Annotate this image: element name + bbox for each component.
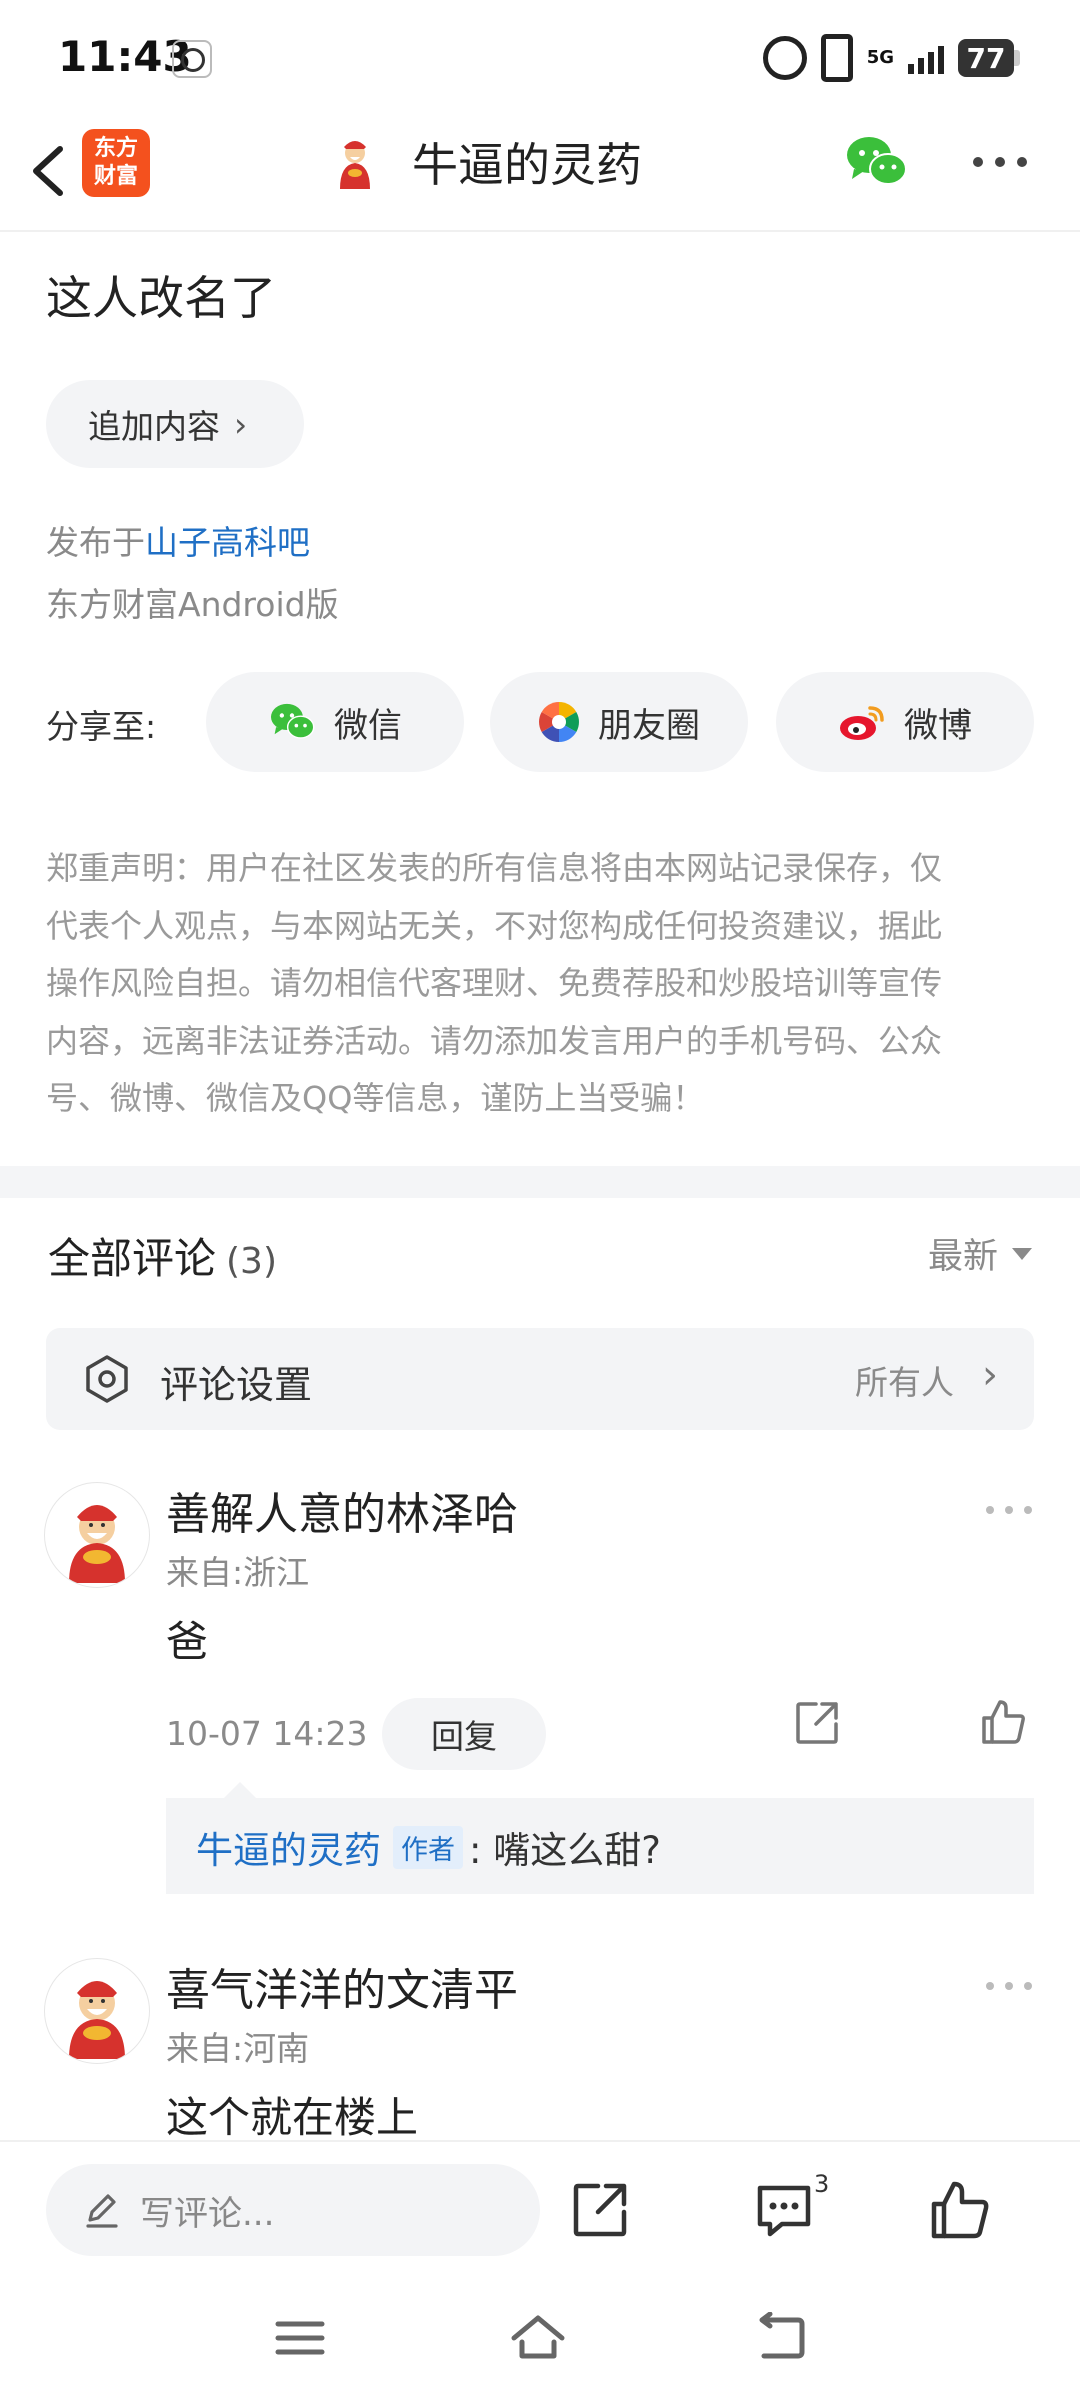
thumbs-up-icon[interactable] (980, 1698, 1028, 1746)
comment-settings-value: 所有人 (855, 1363, 954, 1402)
vibrate-icon (820, 34, 853, 82)
post-title: 这人改名了 (46, 271, 276, 325)
pencil-icon (86, 2194, 118, 2228)
caishen-avatar-icon (69, 1981, 125, 2059)
comment-count-badge: 3 (814, 2170, 830, 2198)
logo-text-2: 财富 (93, 164, 138, 189)
moments-icon (539, 702, 579, 742)
share-weibo-button[interactable]: 微博 (776, 672, 1034, 772)
share-moments-button[interactable]: 朋友圈 (490, 672, 748, 772)
commenter-location: 来自:河南 (166, 2029, 310, 2068)
write-comment-input[interactable]: 写评论... (46, 2164, 540, 2256)
disclaimer-line: 号、微博、微信及QQ等信息，谨防上当受骗！ (46, 1079, 705, 1117)
published-prefix: 发布于 (46, 523, 145, 562)
back-icon[interactable] (752, 2312, 808, 2364)
comment-text: 爸 (166, 1617, 209, 1666)
append-content-label: 追加内容 (88, 407, 220, 446)
disclaimer-line: 操作风险自担。请勿相信代客理财、免费荐股和炒股培训等宣传 (46, 964, 943, 1002)
commenter-location: 来自:浙江 (166, 1553, 310, 1592)
home-icon[interactable] (510, 2312, 566, 2364)
share-icon[interactable] (794, 1700, 840, 1746)
eastmoney-logo[interactable]: 东方 财富 (82, 129, 150, 197)
header-title[interactable]: 牛逼的灵药 (412, 133, 642, 197)
share-row: 分享至: 微信 朋友圈 微博 (46, 672, 1036, 772)
chevron-right-icon: › (982, 1352, 998, 1398)
gear-icon (86, 1355, 128, 1403)
reply-button[interactable]: 回复 (382, 1698, 546, 1770)
commenter-name[interactable]: 善解人意的林泽哈 (166, 1478, 518, 1542)
weibo-icon (840, 706, 884, 740)
sort-dropdown[interactable]: 最新 (928, 1228, 1032, 1279)
comments-title-label: 全部评论 (48, 1234, 217, 1283)
comment-settings-row[interactable]: 评论设置 所有人 › (46, 1328, 1034, 1430)
comment-more-icon[interactable] (984, 1504, 1034, 1516)
author-badge: 作者 (393, 1825, 463, 1869)
comment-icon[interactable] (752, 2178, 816, 2242)
reply-author-name[interactable]: 牛逼的灵药 (196, 1820, 381, 1874)
author-reply[interactable]: 牛逼的灵药 作者 : 嘴这么甜? (166, 1782, 1034, 1894)
chevron-right-icon: › (234, 404, 248, 444)
comments-title: 全部评论 (3) (48, 1225, 277, 1286)
disclaimer-line: 郑重声明：用户在社区发表的所有信息将由本网站记录保存，仅 (46, 849, 943, 887)
comment-settings-label: 评论设置 (160, 1363, 313, 1407)
commenter-avatar[interactable] (44, 1958, 150, 2064)
disclaimer-line: 内容，远离非法证券活动。请勿添加发言用户的手机号码、公众 (46, 1021, 943, 1060)
status-icons: 5G 77 (762, 34, 1020, 82)
bottom-action-bar: 写评论... 3 (0, 2140, 1080, 2272)
caishen-avatar-icon (69, 1505, 125, 1583)
wechat-icon (271, 703, 315, 739)
logo-text-1: 东方 (93, 136, 138, 161)
thumbs-up-icon[interactable] (928, 2178, 992, 2242)
comment-more-icon[interactable] (984, 1980, 1034, 1992)
clock-notification-icon (172, 40, 212, 78)
share-icon[interactable] (568, 2178, 632, 2242)
share-wechat-label: 微信 (334, 705, 402, 746)
system-nav-bar (0, 2270, 1080, 2400)
disclaimer-line: 代表个人观点，与本网站无关，不对您构成任何投资建议，据此 (46, 906, 943, 945)
commenter-name[interactable]: 喜气洋洋的文清平 (166, 1954, 518, 2018)
comment-text: 这个就在楼上 (166, 2093, 419, 2142)
commenter-avatar[interactable] (44, 1482, 150, 1588)
dropdown-triangle-icon (1012, 1247, 1032, 1260)
header: 东方 财富 牛逼的灵药 (0, 115, 1080, 232)
reply-text: : 嘴这么甜? (469, 1829, 661, 1872)
comments-count: (3) (226, 1241, 278, 1282)
published-in: 发布于山子高科吧 (46, 516, 310, 564)
comment-time: 10-07 14:23 (166, 1714, 368, 1753)
append-content-button[interactable]: 追加内容 › (46, 380, 304, 468)
back-arrow-icon[interactable] (24, 135, 84, 207)
alarm-icon (762, 36, 807, 80)
wechat-share-icon[interactable] (844, 133, 908, 191)
disclaimer: 郑重声明：用户在社区发表的所有信息将由本网站记录保存，仅 代表个人观点，与本网站… (46, 840, 1026, 1128)
bar-link[interactable]: 山子高科吧 (145, 523, 310, 562)
more-options-icon[interactable] (970, 155, 1030, 169)
sort-label: 最新 (927, 1237, 998, 1277)
status-bar: 11:43 5G 77 (0, 0, 1080, 115)
share-label: 分享至: (46, 707, 157, 746)
share-wechat-button[interactable]: 微信 (206, 672, 464, 772)
share-moments-label: 朋友圈 (598, 705, 700, 746)
menu-icon[interactable] (272, 2312, 328, 2364)
section-divider (0, 1166, 1080, 1198)
author-avatar-icon[interactable] (326, 133, 384, 191)
battery-icon: 77 (958, 39, 1014, 77)
share-weibo-label: 微博 (904, 705, 972, 746)
network-type: 5G (866, 47, 894, 68)
signal-icon (908, 42, 944, 74)
client-info: 东方财富Android版 (46, 585, 339, 624)
write-comment-placeholder: 写评论... (140, 2193, 275, 2234)
